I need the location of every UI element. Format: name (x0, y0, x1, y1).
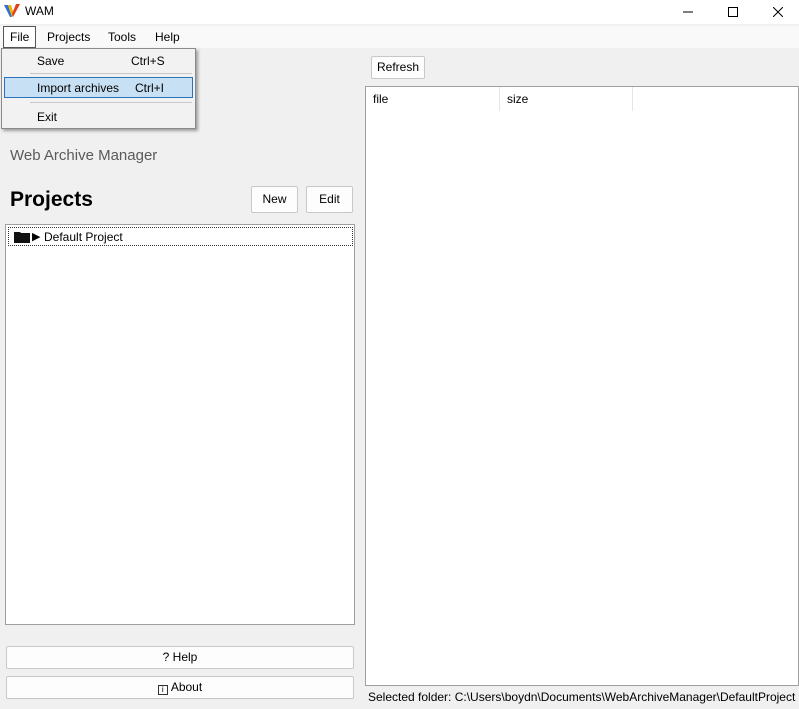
minimize-icon (683, 11, 693, 13)
app-name-label: Web Archive Manager (10, 147, 158, 164)
new-project-button[interactable]: New (251, 186, 298, 213)
about-label: About (170, 680, 203, 694)
file-dropdown-menu: Save Ctrl+S Import archives Ctrl+I Exit (1, 48, 196, 129)
projects-heading: Projects (10, 188, 93, 211)
menu-bar: File Projects Tools Help (0, 26, 799, 48)
menu-item-import-archives[interactable]: Import archives Ctrl+I (4, 77, 193, 98)
maximize-icon (728, 7, 738, 17)
menu-item-exit-label: Exit (37, 110, 58, 124)
menu-item-import-shortcut: Ctrl+I (135, 81, 165, 95)
file-table[interactable]: file size (365, 86, 799, 686)
app-logo-icon (4, 4, 20, 17)
menu-tools[interactable]: Tools (102, 26, 142, 48)
edit-project-button[interactable]: Edit (306, 186, 353, 213)
title-bar: WAM (0, 0, 799, 24)
menu-item-save-shortcut: Ctrl+S (131, 54, 165, 68)
project-tree[interactable]: ▶ Default Project (5, 224, 355, 625)
menu-help[interactable]: Help (149, 26, 186, 48)
selected-folder-status: Selected folder: C:\Users\boydn\Document… (368, 690, 796, 704)
column-header-file[interactable]: file (366, 87, 500, 111)
tree-item-default-project[interactable]: ▶ Default Project (8, 227, 353, 246)
menu-item-exit[interactable]: Exit (4, 106, 193, 127)
menu-separator (30, 102, 192, 103)
about-button[interactable]: i About (6, 676, 354, 699)
info-icon: i (157, 685, 168, 695)
menu-item-save-label: Save (37, 54, 65, 68)
window-title: WAM (25, 4, 54, 18)
close-icon (773, 7, 783, 17)
menu-separator (30, 73, 192, 74)
tree-item-label: Default Project (44, 230, 123, 244)
maximize-button[interactable] (710, 0, 756, 24)
refresh-button[interactable]: Refresh (371, 56, 425, 79)
minimize-button[interactable] (665, 0, 711, 24)
menu-item-import-label: Import archives (37, 81, 120, 95)
menu-item-save[interactable]: Save Ctrl+S (4, 50, 193, 71)
menu-file[interactable]: File (3, 26, 37, 48)
help-button[interactable]: ? Help (6, 646, 354, 669)
menu-projects[interactable]: Projects (41, 26, 96, 48)
folder-icon (14, 232, 30, 243)
expand-arrow-icon[interactable]: ▶ (32, 230, 40, 243)
close-button[interactable] (755, 0, 799, 24)
column-header-size[interactable]: size (500, 87, 633, 111)
